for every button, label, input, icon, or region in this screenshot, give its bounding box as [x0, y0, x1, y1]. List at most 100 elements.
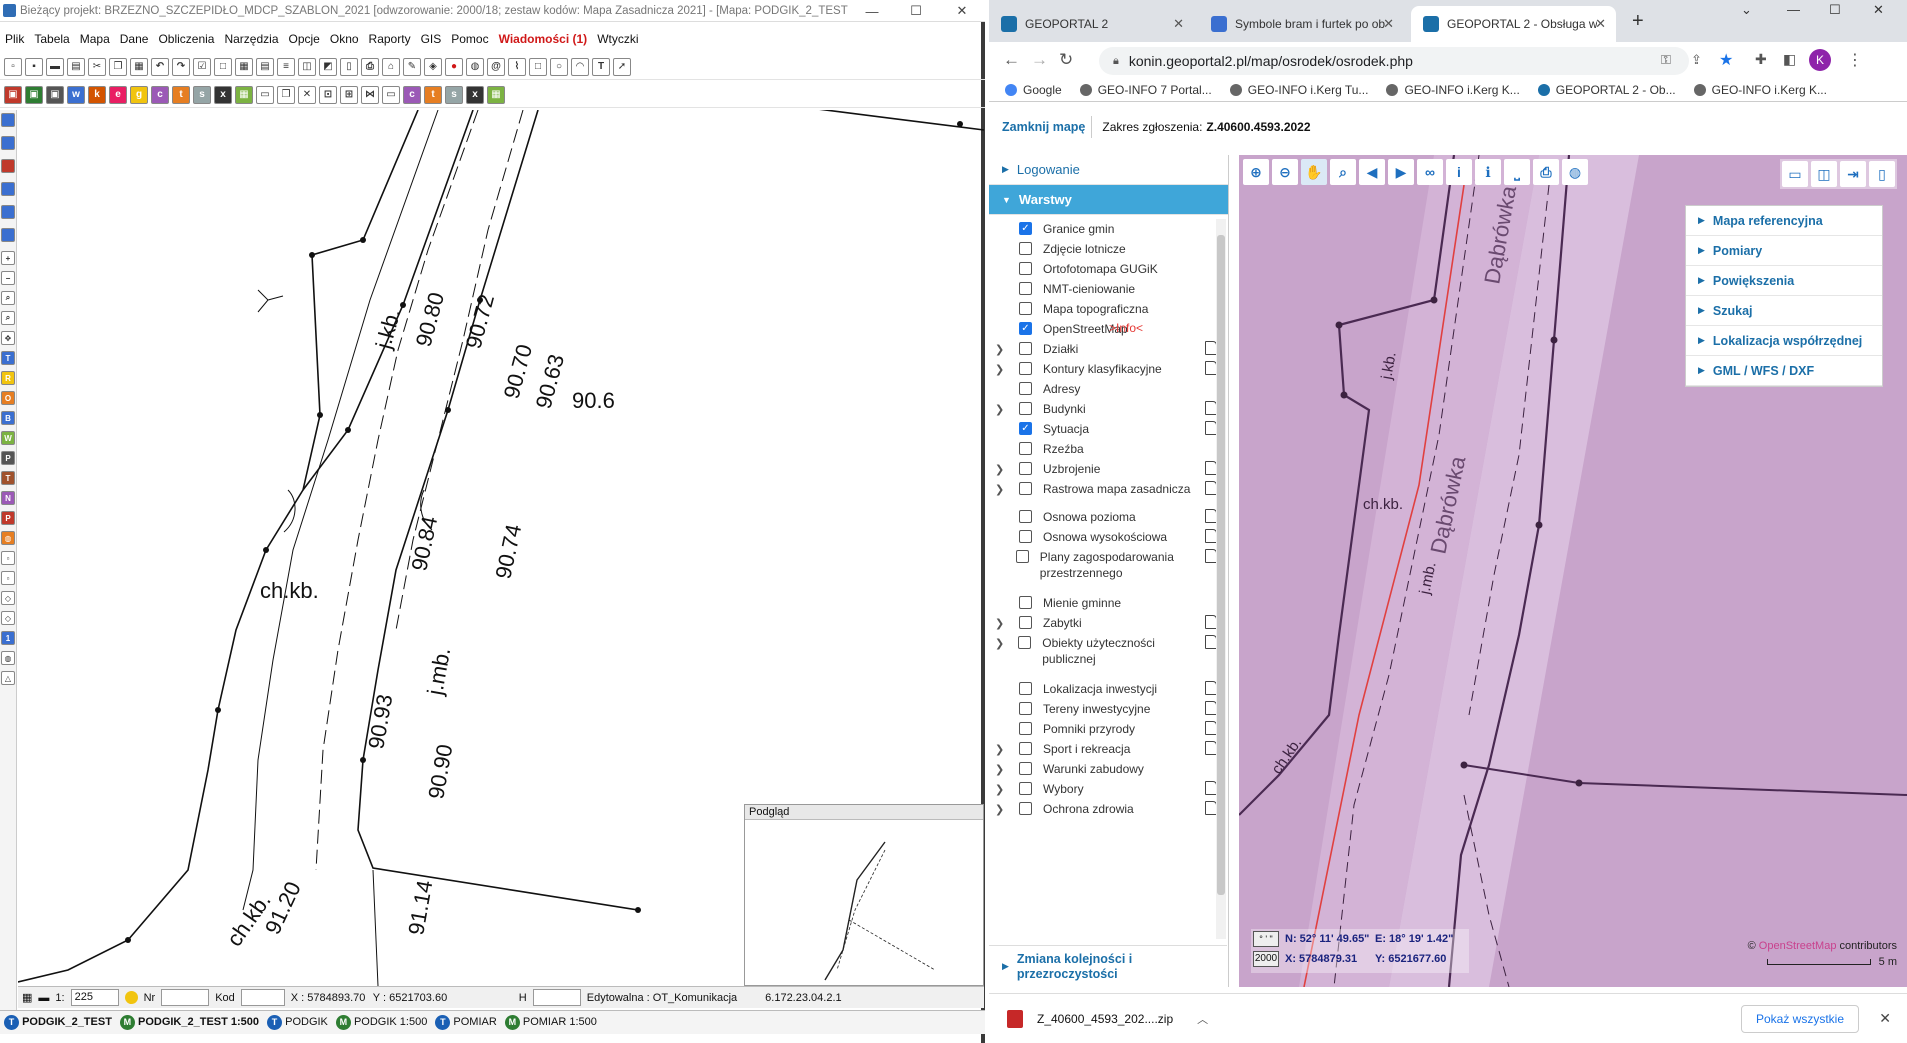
close-map-icon[interactable]: ✕	[298, 85, 316, 104]
table-icon[interactable]: ▤	[256, 57, 274, 76]
layer-checkbox[interactable]	[1019, 362, 1032, 375]
side-tool-3-icon[interactable]	[1, 159, 15, 173]
menu-opcje[interactable]: Opcje	[284, 32, 325, 46]
print-icon[interactable]: ▤	[67, 57, 85, 76]
osm-link[interactable]: OpenStreetMap	[1759, 940, 1837, 952]
print-map-icon[interactable]: ⎙	[1533, 159, 1559, 185]
close-button[interactable]: ✕	[940, 0, 984, 22]
order-transparency-link[interactable]: ▶ Zmiana kolejności i przezroczystości	[989, 945, 1227, 987]
maximize-button[interactable]: ☐	[894, 0, 938, 22]
chevron-right-icon[interactable]: ❯	[995, 741, 1007, 756]
back-icon[interactable]: ←	[1003, 50, 1020, 70]
forward-icon[interactable]: →	[1031, 50, 1048, 70]
next-view-icon[interactable]: ▶	[1388, 159, 1414, 185]
layer-checkbox[interactable]	[1015, 550, 1029, 563]
side-wc-icon[interactable]: W	[1, 431, 15, 445]
previous-view-icon[interactable]: ◀	[1359, 159, 1385, 185]
minimize-button[interactable]: —	[850, 0, 894, 22]
zoom-extent-icon[interactable]: ⌕	[1330, 159, 1356, 185]
s2-icon[interactable]: s	[445, 85, 463, 104]
bookmark-star-icon[interactable]: ★	[1719, 50, 1733, 70]
layer-checkbox[interactable]	[1019, 782, 1032, 795]
layer-row[interactable]: Mapa topograficzna	[989, 301, 1217, 317]
layer-checkbox[interactable]	[1019, 382, 1032, 395]
layer-checkbox[interactable]	[1019, 302, 1032, 315]
menu-wtyczki[interactable]: Wtyczki	[592, 32, 643, 46]
profile-avatar[interactable]: K	[1809, 49, 1831, 71]
layer-checkbox[interactable]	[1019, 702, 1032, 715]
nr-input[interactable]	[161, 989, 210, 1006]
layer-row[interactable]: Ortofotomapa GUGiK	[989, 261, 1217, 277]
t-icon[interactable]: t	[172, 85, 190, 104]
grid-toggle-icon[interactable]: ▦	[22, 991, 32, 1004]
bookmark-1[interactable]: GEO-INFO 7 Portal...	[1079, 83, 1212, 97]
layer-checkbox[interactable]	[1019, 682, 1032, 695]
layer-row[interactable]: ❯ Zabytki	[989, 615, 1217, 631]
menu-gml-wfs-dxf[interactable]: ▶ GML / WFS / DXF	[1686, 356, 1882, 386]
link-icon[interactable]: ∞	[1417, 159, 1443, 185]
zoom-all-icon[interactable]: ⊞	[340, 85, 358, 104]
menu-mapa-referencyjna[interactable]: ▶ Mapa referencyjna	[1686, 206, 1882, 236]
lock-icon[interactable]	[124, 991, 138, 1004]
layer-row[interactable]: ❯ Wybory	[989, 781, 1217, 797]
side-panel-icon[interactable]: ◧	[1783, 51, 1796, 68]
deg-format-toggle[interactable]: ° ' "	[1253, 931, 1279, 947]
layers-section[interactable]: ▼ Warstwy	[989, 185, 1228, 215]
cut-icon[interactable]: ✂	[88, 57, 106, 76]
layer-checkbox[interactable]	[1019, 596, 1032, 609]
rect-toggle-icon[interactable]: ▬	[38, 992, 49, 1004]
chrome-menu-icon[interactable]: ⋮	[1847, 50, 1863, 70]
menu-szukaj[interactable]: ▶ Szukaj	[1686, 296, 1882, 326]
layers-icon[interactable]: ◫	[298, 57, 316, 76]
tab-close-icon[interactable]: ✕	[1173, 16, 1184, 32]
layer-checkbox[interactable]	[1019, 482, 1032, 495]
menu-dane[interactable]: Dane	[115, 32, 154, 46]
menu-raporty[interactable]: Raporty	[364, 32, 416, 46]
side-tri-icon[interactable]: △	[1, 671, 15, 685]
open-file-icon[interactable]: ▪	[25, 57, 43, 76]
epsg-toggle[interactable]: 2000	[1253, 951, 1279, 967]
chevron-right-icon[interactable]: ❯	[995, 481, 1007, 496]
map-tab-3[interactable]: M PODGIK 1:500	[335, 1015, 427, 1030]
layer-row[interactable]: Mienie gminne	[989, 595, 1217, 611]
chevron-right-icon[interactable]: ❯	[995, 361, 1007, 376]
arc-icon[interactable]: ◠	[571, 57, 589, 76]
layer-row[interactable]: ✓ Sytuacja	[989, 421, 1217, 437]
menu-wiadomosci[interactable]: Wiadomości (1)	[494, 32, 593, 46]
layer-checkbox[interactable]	[1019, 262, 1032, 275]
x-icon[interactable]: x	[214, 85, 232, 104]
chevron-right-icon[interactable]: ❯	[995, 401, 1007, 416]
pointer-icon[interactable]: ➚	[613, 57, 631, 76]
tab-close-icon[interactable]: ✕	[1383, 16, 1394, 32]
layer-checkbox[interactable]	[1019, 722, 1032, 735]
layer-row[interactable]: Tereny inwestycyjne	[989, 701, 1217, 717]
k-icon[interactable]: k	[88, 85, 106, 104]
tab-close-icon[interactable]: ✕	[1595, 16, 1606, 32]
stamp-icon[interactable]: ◈	[424, 57, 442, 76]
at-icon[interactable]: @	[487, 57, 505, 76]
layer-checkbox[interactable]: ✓	[1019, 322, 1032, 335]
select-icon[interactable]: ☑	[193, 57, 211, 76]
globe-icon[interactable]: ◍	[466, 57, 484, 76]
menu-lokalizacja-wspolrzednej[interactable]: ▶ Lokalizacja współrzędnej	[1686, 326, 1882, 356]
show-all-button[interactable]: Pokaż wszystkie	[1740, 1005, 1859, 1033]
side-tool-1b-icon[interactable]: 1	[1, 631, 15, 645]
layer-row[interactable]: ❯ Warunki zabudowy	[989, 761, 1217, 777]
layer-checkbox[interactable]	[1019, 442, 1032, 455]
grid2-icon[interactable]: ▦	[487, 85, 505, 104]
side-zoom-icon[interactable]: ⌕	[1, 291, 15, 305]
geoportal-map[interactable]: Dąbrówka Dąbrówka j.kb. ch.kb. j.mb. ch.…	[1239, 155, 1907, 987]
reload-icon[interactable]: ↻	[1059, 50, 1073, 70]
bookmark-2[interactable]: GEO-INFO i.Kerg Tu...	[1229, 83, 1368, 97]
menu-plik[interactable]: Plik	[0, 32, 29, 46]
url-input[interactable]: 🔒︎ konin.geoportal2.pl/map/osrodek/osrod…	[1099, 47, 1689, 75]
layer-checkbox[interactable]	[1019, 510, 1032, 523]
layer-checkbox[interactable]	[1019, 616, 1032, 629]
map-tab-4[interactable]: T POMIAR	[435, 1015, 497, 1030]
chart-icon[interactable]: ◩	[319, 57, 337, 76]
list-icon[interactable]: ≡	[277, 57, 295, 76]
layer-row[interactable]: Osnowa pozioma	[989, 509, 1217, 525]
new-tab-button[interactable]: +	[1632, 10, 1644, 33]
layer-checkbox[interactable]	[1019, 802, 1032, 815]
side-tool-4-icon[interactable]	[1, 182, 15, 196]
